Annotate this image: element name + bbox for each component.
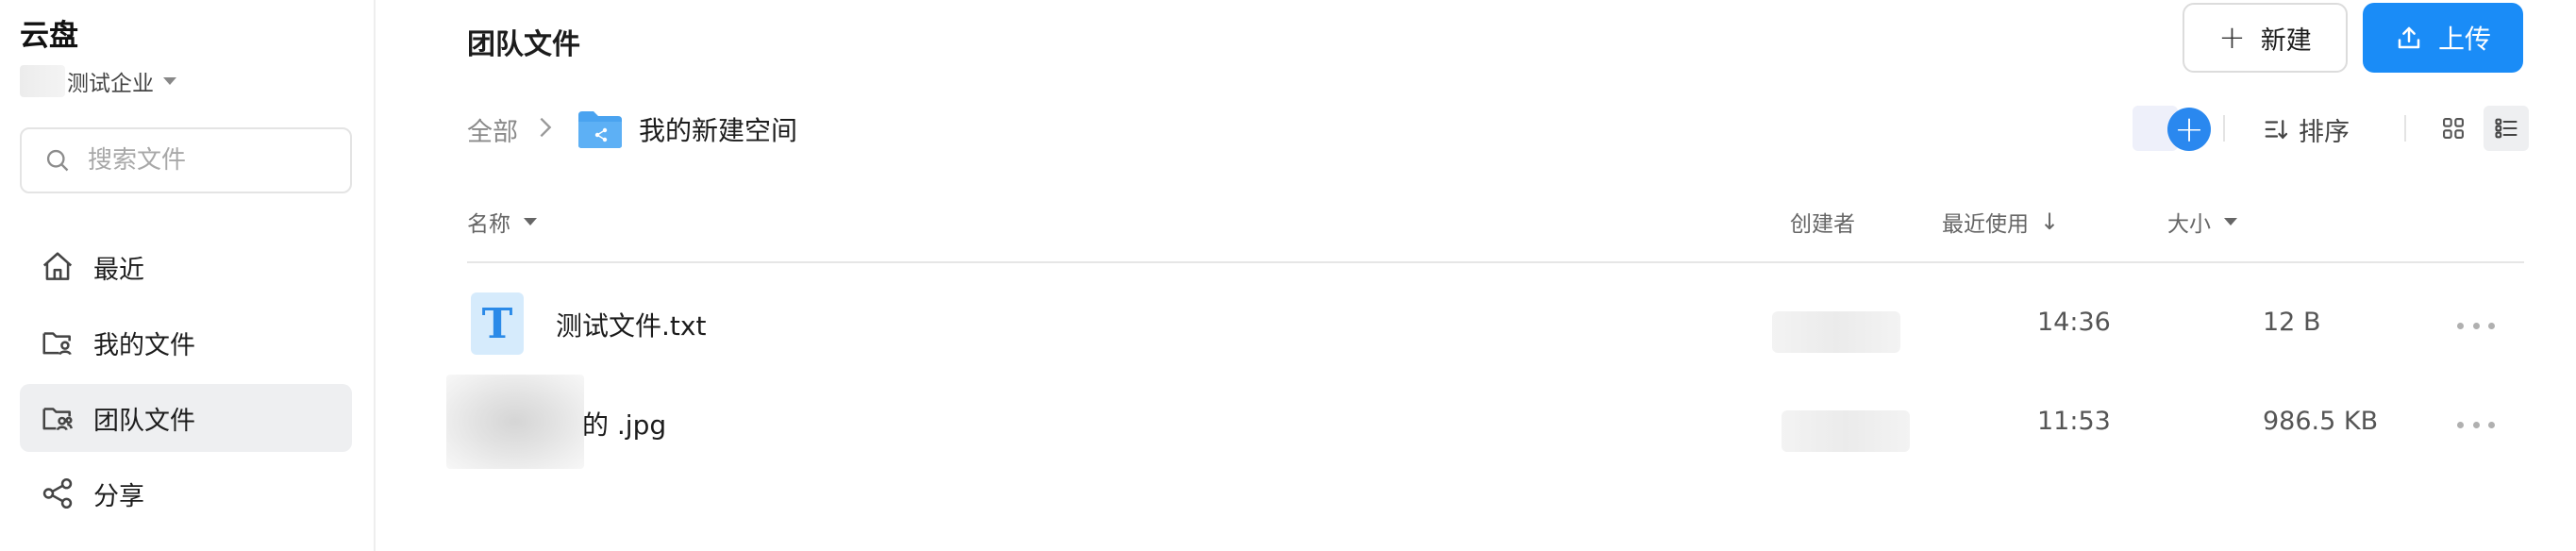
upload-icon: [2398, 26, 2420, 49]
list-view-icon: [2495, 118, 2517, 139]
org-name: 测试企业: [67, 72, 154, 96]
org-avatar: [20, 65, 65, 97]
sidebar-item-label: 团队文件: [93, 406, 195, 436]
file-size: 12 B: [2263, 308, 2321, 337]
column-name-label: 名称: [467, 212, 510, 237]
dot: [2472, 322, 2480, 329]
file-name[interactable]: 测试文件.txt: [556, 306, 706, 343]
user-folder-icon: [39, 324, 76, 361]
new-button[interactable]: + 新建: [2183, 3, 2348, 73]
sidebar-item-label: 分享: [93, 481, 144, 511]
dot: [2457, 421, 2464, 428]
search-input[interactable]: [86, 145, 341, 175]
dot: [2472, 421, 2480, 428]
txt-file-icon: T: [471, 292, 524, 355]
table-row[interactable]: 的 .jpg 11:53 986.5 KB: [446, 375, 2524, 476]
breadcrumb: 全部 我的新建空间: [467, 106, 797, 153]
add-member-button[interactable]: +: [2167, 108, 2211, 151]
divider: [2404, 115, 2406, 142]
page-title: 团队文件: [467, 28, 580, 61]
sidebar-item-label: 最近: [93, 255, 144, 285]
sidebar-item-label: 我的文件: [93, 330, 195, 360]
sidebar-item-share[interactable]: 分享: [20, 459, 352, 527]
file-name[interactable]: 的 .jpg: [582, 405, 666, 442]
file-size: 986.5 KB: [2263, 407, 2379, 436]
column-header-size[interactable]: 大小: [2167, 206, 2237, 238]
column-size-label: 大小: [2167, 212, 2211, 237]
caret-down-icon: [524, 218, 537, 225]
dot: [2488, 322, 2495, 329]
table-row[interactable]: T 测试文件.txt 14:36 12 B: [467, 283, 2524, 377]
search-icon: [46, 149, 69, 172]
dot: [2457, 322, 2464, 329]
home-icon: [39, 248, 76, 286]
divider: [2223, 115, 2225, 142]
new-button-label: 新建: [2260, 25, 2312, 56]
dot: [2488, 421, 2495, 428]
org-switcher[interactable]: 测试企业: [20, 64, 176, 98]
more-actions-button[interactable]: [2457, 410, 2495, 439]
sidebar-item-team-files[interactable]: 团队文件: [20, 384, 352, 452]
search-box[interactable]: [20, 127, 352, 193]
share-icon: [39, 475, 76, 512]
list-view-button[interactable]: [2484, 106, 2529, 151]
main-content: 团队文件 + 新建 上传 全部 我的新建空间 + 排序 名称 创建者 最近使用 …: [376, 0, 2576, 551]
shared-folder-icon: [578, 111, 622, 148]
sidebar-item-my-files[interactable]: 我的文件: [20, 309, 352, 376]
sidebar-item-recent[interactable]: 最近: [20, 233, 352, 301]
arrow-down-icon: ↓: [2040, 209, 2060, 235]
column-header-name[interactable]: 名称: [467, 206, 537, 238]
chevron-right-icon: [539, 113, 552, 146]
upload-button-label: 上传: [2437, 24, 2491, 55]
creator-avatar: [1772, 311, 1900, 353]
grid-view-icon: [2443, 118, 2464, 139]
file-time: 14:36: [2037, 308, 2111, 337]
column-creator-label: 创建者: [1790, 212, 1855, 237]
breadcrumb-current: 我的新建空间: [639, 115, 798, 146]
sort-icon: [2265, 120, 2288, 140]
grid-view-button[interactable]: [2431, 106, 2476, 151]
file-time: 11:53: [2037, 407, 2111, 436]
caret-down-icon: [2224, 218, 2237, 225]
creator-avatar: [1781, 410, 1910, 452]
app-title: 云盘: [20, 19, 78, 53]
more-actions-button[interactable]: [2457, 311, 2495, 340]
sort-label: 排序: [2299, 117, 2350, 147]
breadcrumb-root[interactable]: 全部: [467, 111, 518, 148]
upload-button[interactable]: 上传: [2363, 3, 2523, 73]
sort-button[interactable]: 排序: [2263, 108, 2350, 151]
column-header-creator: 创建者: [1790, 206, 1855, 238]
plus-icon: +: [2174, 109, 2204, 150]
caret-down-icon: [163, 77, 176, 85]
column-recent-label: 最近使用: [1942, 212, 2029, 237]
column-header-recent[interactable]: 最近使用 ↓: [1942, 206, 2059, 238]
team-folder-icon: [39, 399, 76, 437]
plus-icon: +: [2218, 19, 2246, 57]
table-header-divider: [467, 261, 2524, 263]
image-thumbnail: [446, 375, 584, 469]
sidebar: 云盘 测试企业 最近 我的文件: [0, 0, 376, 551]
